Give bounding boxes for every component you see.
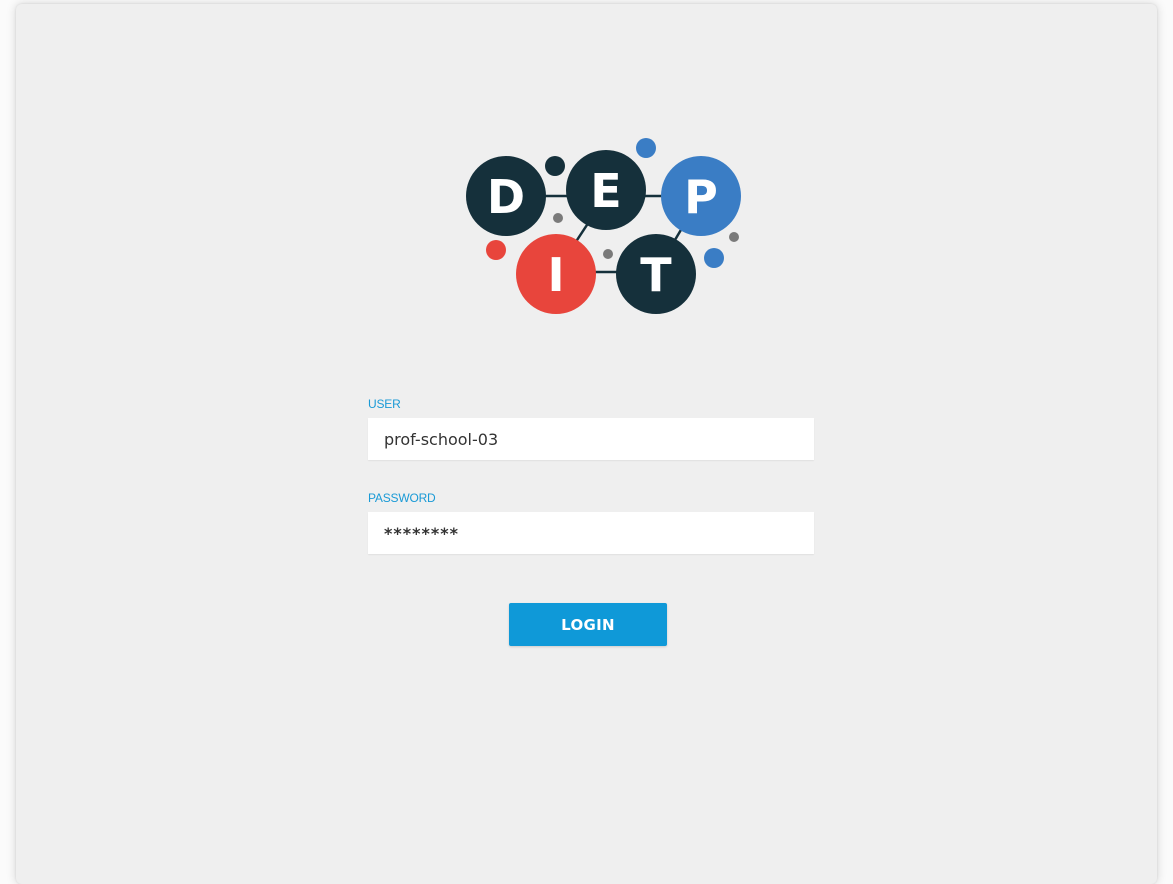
logo-letter-i: I: [547, 248, 564, 302]
logo-dot: [729, 232, 739, 242]
logo-dot: [636, 138, 656, 158]
logo-letter-e: E: [590, 164, 621, 218]
depit-logo: D E P I T: [456, 132, 756, 322]
logo-letter-d: D: [487, 170, 525, 224]
logo-dot: [704, 248, 724, 268]
user-field-group: USER: [368, 396, 814, 460]
user-label: USER: [368, 397, 401, 411]
password-input[interactable]: [368, 512, 814, 554]
login-form: USER PASSWORD: [368, 396, 814, 554]
depit-logo-graphic: D E P I T: [466, 138, 741, 314]
password-label: PASSWORD: [368, 491, 436, 505]
user-input[interactable]: [368, 418, 814, 460]
logo-letter-t: T: [640, 248, 672, 302]
logo-dot: [603, 249, 613, 259]
logo-letter-p: P: [684, 170, 718, 224]
logo-dot: [486, 240, 506, 260]
logo-dot: [553, 213, 563, 223]
logo-dot: [545, 156, 565, 176]
password-field-group: PASSWORD: [368, 490, 814, 554]
login-button[interactable]: LOGIN: [509, 603, 667, 646]
